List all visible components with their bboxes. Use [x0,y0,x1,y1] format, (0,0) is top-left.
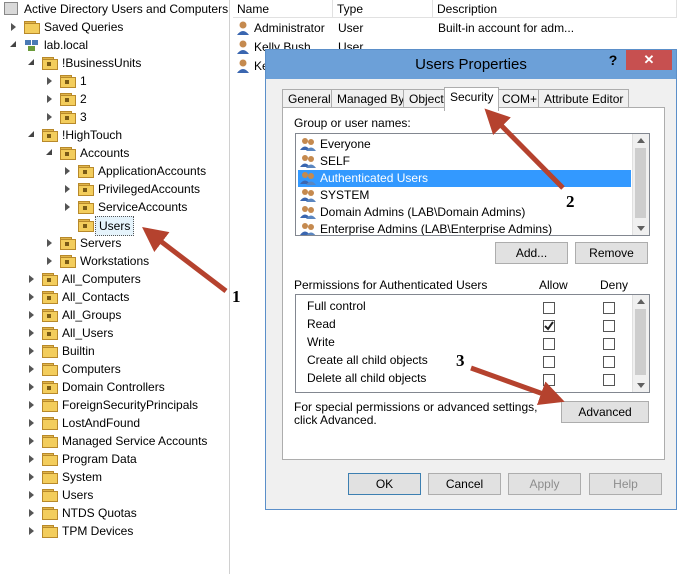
annotation-label-1: 1 [232,287,241,306]
arrow-2 [484,108,565,190]
annotation-label-2: 2 [566,192,575,211]
annotation-arrows [142,108,565,405]
arrow-1 [142,226,228,293]
annotation-label-3: 3 [456,351,465,370]
arrow-3 [470,365,565,405]
